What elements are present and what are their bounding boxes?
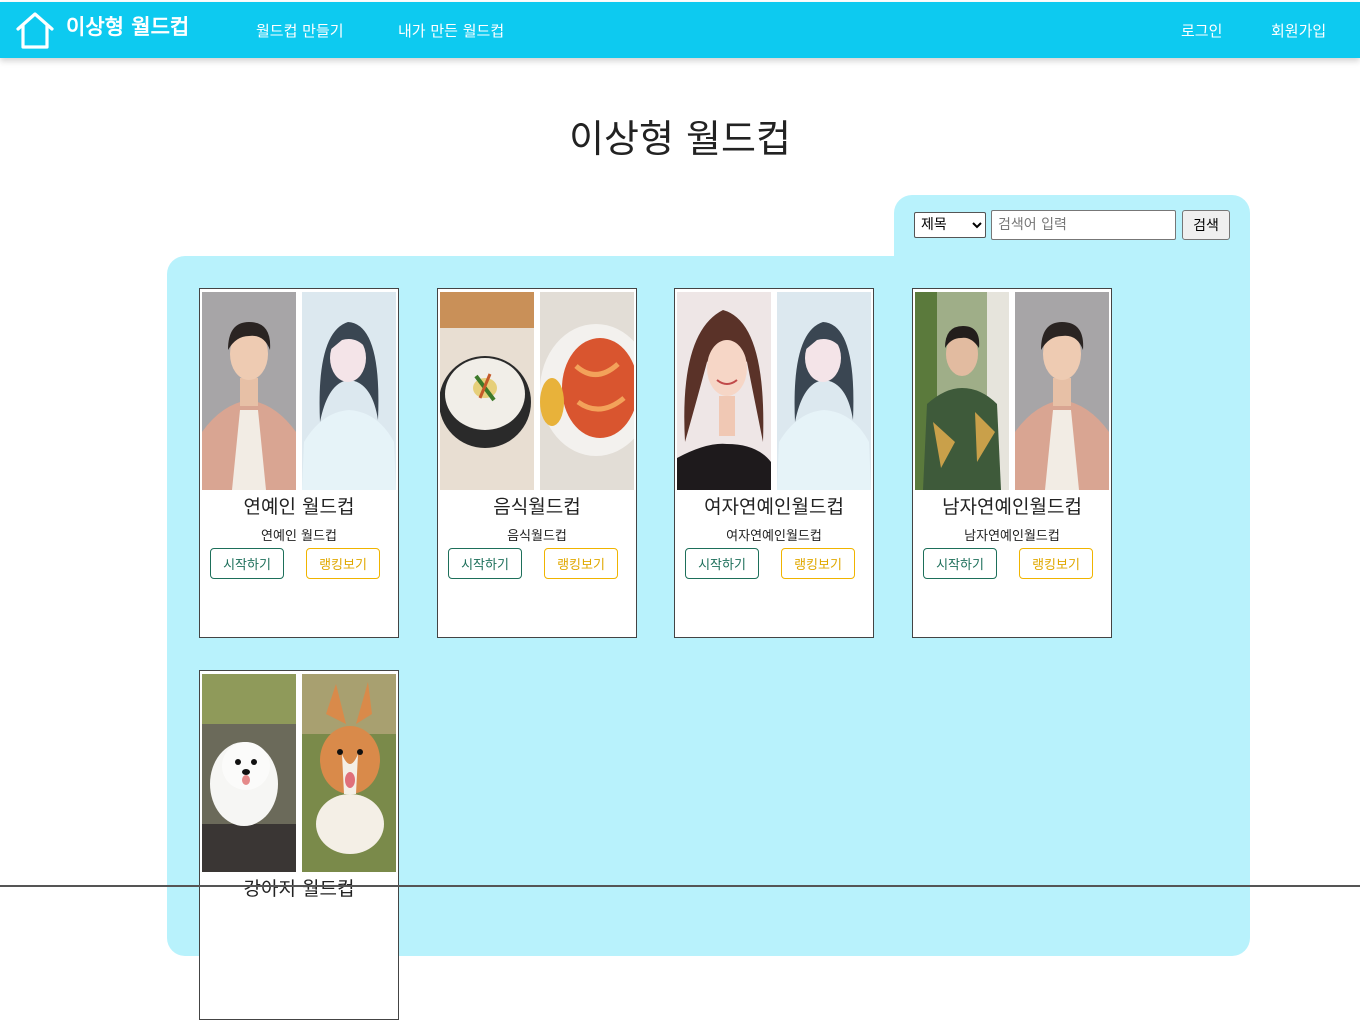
start-button[interactable]: 시작하기 <box>685 548 759 579</box>
brand-title: 이상형 월드컵 <box>66 15 190 39</box>
female-celebrity-photo <box>777 292 871 490</box>
nav-my-worldcups[interactable]: 내가 만든 월드컵 <box>398 20 504 41</box>
home-icon <box>16 12 54 49</box>
card-title: 여자연예인월드컵 <box>704 496 844 518</box>
ranking-button[interactable]: 랭킹보기 <box>544 548 618 579</box>
soup-dish-photo <box>440 292 534 490</box>
card-description: 연예인 월드컵 <box>261 529 337 544</box>
nav-signup[interactable]: 회원가입 <box>1271 20 1326 41</box>
brand-link[interactable]: 이상형 월드컵 <box>14 8 189 52</box>
card-title: 음식월드컵 <box>493 496 581 518</box>
search-field-select[interactable]: 제목 <box>914 212 986 238</box>
card-title: 남자연예인월드컵 <box>942 496 1082 518</box>
worldcup-card[interactable]: 남자연예인월드컵 남자연예인월드컵 시작하기 랭킹보기 <box>912 288 1112 638</box>
card-title: 연예인 월드컵 <box>243 496 355 518</box>
worldcup-card[interactable]: 연예인 월드컵 연예인 월드컵 시작하기 랭킹보기 <box>199 288 399 638</box>
male-celebrity-photo-2 <box>915 292 1009 490</box>
white-pomeranian-photo <box>202 674 296 872</box>
ranking-button[interactable]: 랭킹보기 <box>781 548 855 579</box>
female-celebrity-photo <box>302 292 396 490</box>
start-button[interactable]: 시작하기 <box>923 548 997 579</box>
male-celebrity-photo <box>1015 292 1109 490</box>
worldcup-card[interactable]: 음식월드컵 음식월드컵 시작하기 랭킹보기 <box>437 288 637 638</box>
search-button[interactable]: 검색 <box>1182 210 1230 240</box>
corgi-photo <box>302 674 396 872</box>
top-navbar: 이상형 월드컵 월드컵 만들기 내가 만든 월드컵 로그인 회원가입 <box>0 2 1360 58</box>
search-input[interactable] <box>991 210 1176 240</box>
female-celebrity-photo-2 <box>677 292 771 490</box>
start-button[interactable]: 시작하기 <box>210 548 284 579</box>
page-title: 이상형 월드컵 <box>569 117 791 161</box>
worldcup-card[interactable]: 여자연예인월드컵 여자연예인월드컵 시작하기 랭킹보기 <box>674 288 874 638</box>
nav-create-worldcup[interactable]: 월드컵 만들기 <box>256 20 344 41</box>
card-description: 여자연예인월드컵 <box>726 529 822 544</box>
ranking-button[interactable]: 랭킹보기 <box>306 548 380 579</box>
ranking-button[interactable]: 랭킹보기 <box>1019 548 1093 579</box>
nav-login[interactable]: 로그인 <box>1181 20 1222 41</box>
worldcup-card[interactable]: 강아지 월드컵 <box>199 670 399 1020</box>
card-description: 음식월드컵 <box>507 529 567 544</box>
card-title: 강아지 월드컵 <box>243 878 355 900</box>
male-celebrity-photo <box>202 292 296 490</box>
stir-fry-dish-photo <box>540 292 634 490</box>
start-button[interactable]: 시작하기 <box>448 548 522 579</box>
card-description: 남자연예인월드컵 <box>964 529 1060 544</box>
